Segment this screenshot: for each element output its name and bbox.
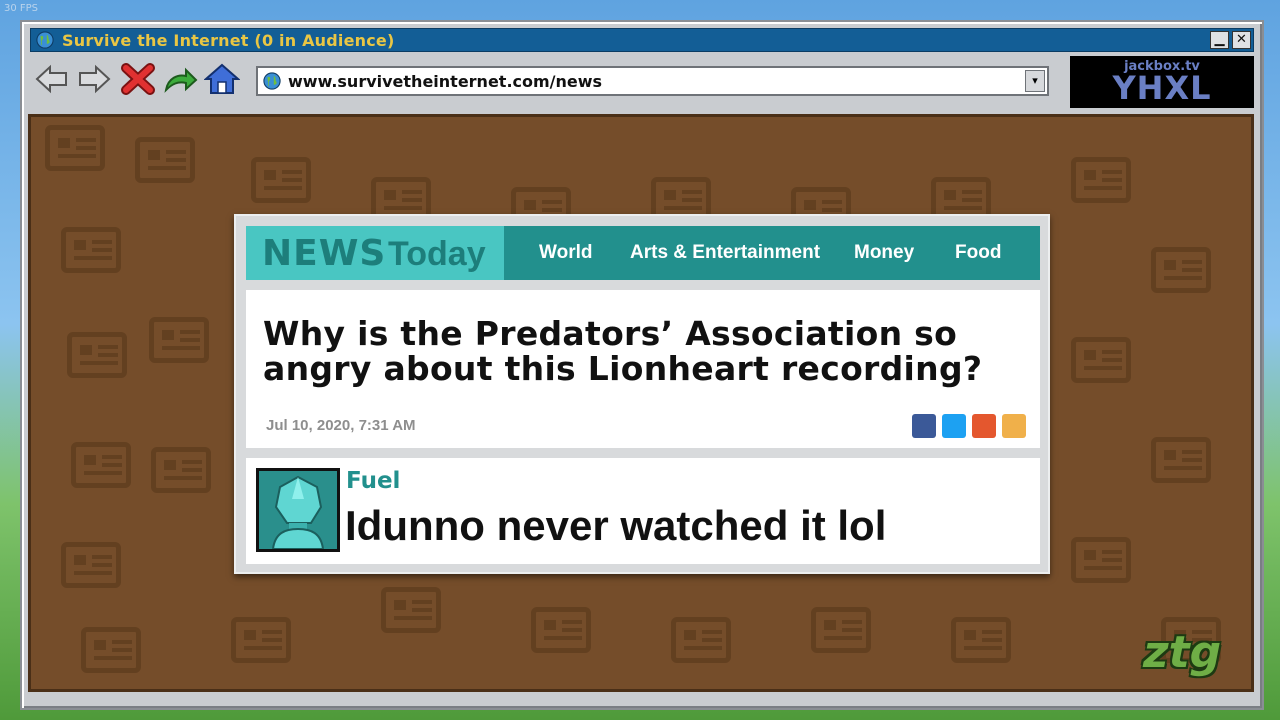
news-logo[interactable]: NEWS Today bbox=[246, 226, 504, 280]
avatar bbox=[256, 468, 340, 552]
globe-icon bbox=[263, 72, 281, 90]
refresh-icon[interactable] bbox=[162, 62, 198, 96]
newspaper-icon bbox=[67, 332, 127, 378]
ztg-watermark: ztg bbox=[1143, 627, 1222, 678]
chevron-down-icon[interactable]: ▾ bbox=[1025, 70, 1045, 92]
room-code: YHXL bbox=[1112, 69, 1212, 107]
stop-x-icon[interactable] bbox=[120, 62, 156, 96]
newspaper-icon bbox=[61, 227, 121, 273]
share-email-icon[interactable] bbox=[1002, 414, 1026, 438]
newspaper-icon bbox=[81, 627, 141, 673]
news-site-header: NEWS Today World Arts & Entertainment Mo… bbox=[246, 226, 1040, 280]
browser-toolbar: www.survivetheinternet.com/news ▾ bbox=[30, 56, 1060, 100]
nav-arts-entertainment[interactable]: Arts & Entertainment bbox=[630, 242, 820, 264]
news-article-card: NEWS Today World Arts & Entertainment Mo… bbox=[234, 214, 1050, 574]
newspaper-icon bbox=[251, 157, 311, 203]
newspaper-icon bbox=[1071, 157, 1131, 203]
newspaper-icon bbox=[61, 542, 121, 588]
share-twitter-icon[interactable] bbox=[942, 414, 966, 438]
newspaper-icon bbox=[231, 617, 291, 663]
comment-username: Fuel bbox=[346, 468, 401, 494]
newspaper-icon bbox=[671, 617, 731, 663]
article-date: Jul 10, 2020, 7:31 AM bbox=[266, 417, 416, 434]
newspaper-icon bbox=[45, 125, 105, 171]
newspaper-icon bbox=[149, 317, 209, 363]
title-bar: Survive the Internet (0 in Audience) ▁ ✕ bbox=[30, 28, 1254, 52]
fps-counter: 30 FPS bbox=[4, 3, 39, 14]
player-avatar-icon bbox=[259, 471, 337, 550]
home-icon[interactable] bbox=[204, 62, 240, 96]
room-code-panel: jackbox.tv YHXL bbox=[1070, 56, 1254, 108]
share-facebook-icon[interactable] bbox=[912, 414, 936, 438]
close-button[interactable]: ✕ bbox=[1232, 31, 1251, 49]
logo-today-text: Today bbox=[388, 235, 486, 273]
nav-money[interactable]: Money bbox=[854, 242, 914, 264]
back-arrow-icon[interactable] bbox=[34, 62, 70, 96]
newspaper-icon bbox=[381, 587, 441, 633]
nav-world[interactable]: World bbox=[539, 242, 592, 264]
newspaper-icon bbox=[1151, 437, 1211, 483]
article-headline: Why is the Predators’ Association so ang… bbox=[263, 314, 983, 388]
newspaper-icon bbox=[151, 447, 211, 493]
newspaper-icon bbox=[1071, 537, 1131, 583]
forward-arrow-icon[interactable] bbox=[76, 62, 112, 96]
newspaper-icon bbox=[531, 607, 591, 653]
address-bar[interactable]: www.survivetheinternet.com/news ▾ bbox=[256, 66, 1049, 96]
article-panel: Why is the Predators’ Association so ang… bbox=[246, 290, 1040, 448]
newspaper-icon bbox=[951, 617, 1011, 663]
share-reddit-icon[interactable] bbox=[972, 414, 996, 438]
url-text: www.survivetheinternet.com/news bbox=[288, 72, 603, 91]
logo-news-text: NEWS bbox=[262, 233, 387, 274]
browser-window: Survive the Internet (0 in Audience) ▁ ✕ bbox=[20, 20, 1264, 710]
comment-text: Idunno never watched it lol bbox=[345, 502, 887, 549]
newspaper-icon bbox=[811, 607, 871, 653]
globe-icon bbox=[36, 31, 54, 49]
newspaper-icon bbox=[1071, 337, 1131, 383]
newspaper-icon bbox=[1151, 247, 1211, 293]
newspaper-icon bbox=[71, 442, 131, 488]
nav-food[interactable]: Food bbox=[955, 242, 1001, 264]
comment-panel: Fuel Idunno never watched it lol bbox=[246, 458, 1040, 564]
newspaper-icon bbox=[135, 137, 195, 183]
window-title: Survive the Internet (0 in Audience) bbox=[62, 31, 395, 50]
minimize-button[interactable]: ▁ bbox=[1210, 31, 1229, 49]
